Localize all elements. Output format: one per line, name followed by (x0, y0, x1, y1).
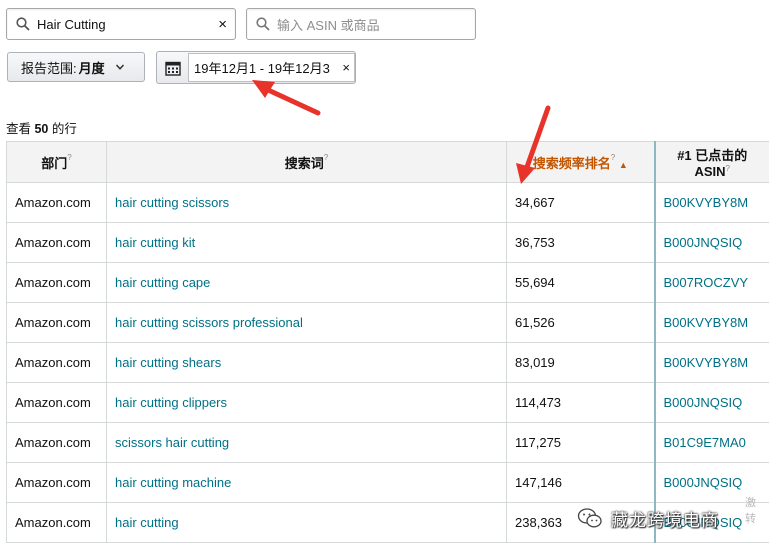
info-icon: ? (610, 152, 616, 162)
department-cell: Amazon.com (6, 422, 107, 463)
clear-date-button[interactable]: × (342, 60, 350, 75)
wechat-icon (577, 508, 602, 528)
search-term-link[interactable]: hair cutting kit (106, 222, 507, 263)
date-range-text: 19年12月1 - 19年12月3 (194, 61, 330, 76)
table-row: Amazon.com hair cutting kit 36,753 B000JNQS… (6, 222, 769, 263)
column-header-top-asin[interactable]: #1 已点击的 ASIN? (653, 141, 769, 183)
search-rank-cell: 34,667 (506, 182, 655, 223)
department-cell: Amazon.com (6, 182, 107, 223)
asin-link[interactable]: B000JNQSIQ (653, 222, 769, 263)
search-rank-cell: 114,473 (506, 382, 655, 423)
asin-link[interactable]: B000JNQSIQ (653, 382, 769, 423)
search-term-link[interactable]: hair cutting (106, 502, 507, 543)
search-term-link[interactable]: hair cutting cape (106, 262, 507, 303)
date-range-input[interactable]: 19年12月1 - 19年12月3 × (188, 53, 355, 82)
asin-link[interactable]: B00KVYBY8M (653, 342, 769, 383)
department-cell: Amazon.com (6, 342, 107, 383)
report-range-value: 月度 (78, 60, 105, 76)
row-count-number: 50 (34, 122, 49, 136)
asin-link[interactable]: B007ROCZVY (653, 262, 769, 303)
date-range-picker[interactable]: 19年12月1 - 19年12月3 × (156, 51, 356, 84)
annotation-arrow-date (252, 80, 321, 116)
search-rank-cell: 117,275 (506, 422, 655, 463)
table-row: Amazon.com hair cutting machine 147,146 B00… (6, 462, 769, 503)
info-icon: ? (67, 152, 72, 162)
search-icon (256, 17, 270, 31)
search-rank-cell: 36,753 (506, 222, 655, 263)
column-header-department[interactable]: 部门? (6, 141, 107, 183)
clear-search-button[interactable]: × (218, 16, 227, 33)
asin-link[interactable]: B00KVYBY8M (653, 182, 769, 223)
table-row: Amazon.com scissors hair cutting 117,275 B0… (6, 422, 769, 463)
search-icon (16, 17, 30, 31)
search-terms-table: 部门? 搜索词? 搜索频率排名? ▲ #1 已点击的 ASIN? Amazon.… (6, 141, 769, 543)
search-rank-cell: 55,694 (506, 262, 655, 303)
department-cell: Amazon.com (6, 382, 107, 423)
table-row: Amazon.com hair cutting clippers 114,473 B0… (6, 382, 769, 423)
search-term-link[interactable]: hair cutting shears (106, 342, 507, 383)
watermark-side-text: 激 转 (745, 497, 756, 525)
calendar-icon[interactable] (165, 60, 181, 76)
asin-link[interactable]: B00KVYBY8M (653, 302, 769, 343)
report-range-dropdown[interactable]: 报告范围: 月度 (7, 52, 145, 82)
search-rank-cell: 147,146 (506, 462, 655, 503)
row-count: 查看 50 的行 (6, 118, 77, 137)
asin-search-placeholder: 输入 ASIN 或商品 (277, 17, 380, 33)
table-row: Amazon.com hair cutting cape 55,694 B007ROC… (6, 262, 769, 303)
row-count-prefix: 查看 (6, 122, 35, 136)
watermark: 藏龙跨境电商 (577, 504, 719, 532)
search-term-link[interactable]: hair cutting scissors professional (106, 302, 507, 343)
column-header-search-rank[interactable]: 搜索频率排名? ▲ (506, 141, 655, 183)
column-header-search-term[interactable]: 搜索词? (106, 141, 507, 183)
asin-search-input[interactable]: 输入 ASIN 或商品 (246, 8, 476, 40)
department-cell: Amazon.com (6, 462, 107, 503)
search-term-link[interactable]: hair cutting scissors (106, 182, 507, 223)
report-range-label: 报告范围: (21, 60, 77, 76)
department-cell: Amazon.com (6, 302, 107, 343)
table-row: Amazon.com hair cutting scissors professi… (6, 302, 769, 343)
department-cell: Amazon.com (6, 502, 107, 543)
info-icon: ? (725, 164, 730, 173)
info-icon: ? (323, 152, 329, 162)
sort-ascending-icon: ▲ (618, 159, 628, 170)
search-rank-cell: 61,526 (506, 302, 655, 343)
table-row: Amazon.com hair cutting shears 83,019 B00KV… (6, 342, 769, 383)
search-rank-cell: 83,019 (506, 342, 655, 383)
search-input-value: Hair Cutting (37, 16, 106, 32)
search-term-link[interactable]: hair cutting machine (106, 462, 507, 503)
watermark-text: 藏龙跨境电商 (611, 510, 719, 530)
department-cell: Amazon.com (6, 262, 107, 303)
chevron-down-icon (115, 64, 124, 70)
row-count-suffix: 的行 (48, 122, 77, 136)
department-cell: Amazon.com (6, 222, 107, 263)
table-row: Amazon.com hair cutting scissors 34,667 B00… (6, 182, 769, 223)
search-term-link[interactable]: scissors hair cutting (106, 422, 507, 463)
search-term-link[interactable]: hair cutting clippers (106, 382, 507, 423)
asin-link[interactable]: B01C9E7MA0 (653, 422, 769, 463)
search-input[interactable]: Hair Cutting × (6, 8, 236, 40)
